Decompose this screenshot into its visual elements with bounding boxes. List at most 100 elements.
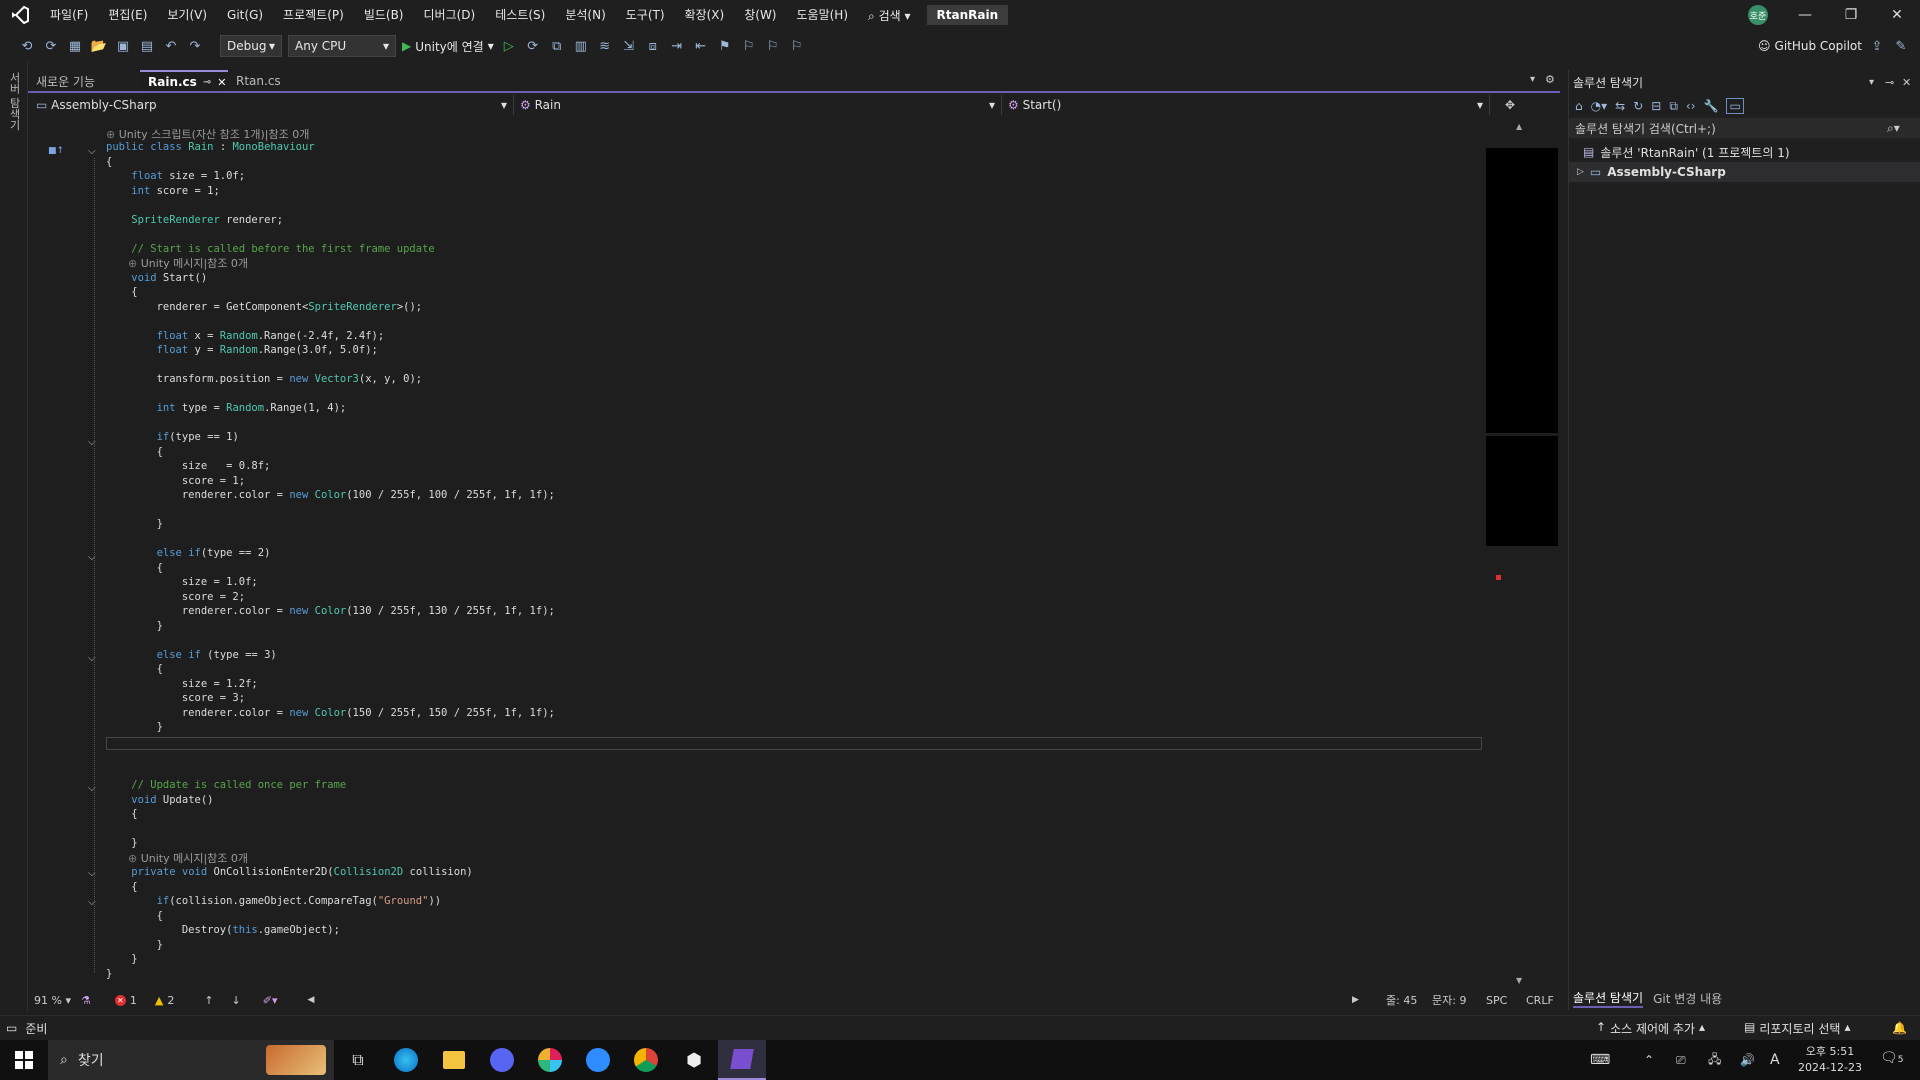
collapse-all-icon[interactable]: ⊟ [1651, 99, 1661, 113]
next-issue-icon[interactable]: ↓ [232, 994, 241, 1007]
line-ending-indicator[interactable]: CRLF [1526, 994, 1554, 1007]
minimap[interactable]: ▲ ▼ [1484, 118, 1560, 986]
menu-item[interactable]: 테스트(S) [485, 0, 555, 30]
scroll-right-icon[interactable]: ▶ [1352, 995, 1359, 1005]
tab-whats-new[interactable]: 새로운 기능 [28, 70, 140, 92]
code-line[interactable]: float size = 1.0f; [106, 169, 245, 184]
notification-bell-icon[interactable]: 🔔 [1892, 1021, 1907, 1035]
codelens-hint[interactable]: ⊕ Unity 메시지|참조 0개 [128, 852, 248, 867]
minimize-button[interactable]: — [1782, 0, 1828, 30]
undo-icon[interactable]: ↶ [162, 37, 180, 55]
line-indicator[interactable]: 줄: 45 [1386, 992, 1417, 1008]
warning-count[interactable]: ▲ 2 [155, 994, 174, 1007]
pin-pane-icon[interactable]: ⊸ [1885, 76, 1894, 89]
codelens-hint[interactable]: ⊕ Unity 메시지|참조 0개 [128, 257, 248, 272]
repository-button[interactable]: ▤ 리포지토리 선택 ▴ [1744, 1020, 1850, 1037]
code-line[interactable]: renderer = GetComponent<SpriteRenderer>(… [106, 300, 423, 315]
restore-button[interactable]: ❐ [1828, 0, 1874, 30]
edge-icon[interactable] [382, 1040, 430, 1080]
chrome-icon[interactable] [622, 1040, 670, 1080]
code-line[interactable]: void Update() [106, 793, 213, 808]
code-line[interactable]: if(collision.gameObject.CompareTag("Grou… [106, 894, 442, 909]
windows-start-icon[interactable] [0, 1040, 48, 1080]
code-line[interactable]: } [106, 967, 112, 982]
sync-icon[interactable]: ⇆ [1615, 99, 1625, 113]
bookmark-prev-icon[interactable]: ⚐ [740, 37, 758, 55]
browser-link-icon[interactable]: ⧉ [548, 37, 566, 55]
bookmark-next-icon[interactable]: ⚐ [764, 37, 782, 55]
discord-icon[interactable] [478, 1040, 526, 1080]
device-icon[interactable]: ⎚ [1676, 1053, 1686, 1068]
pin-icon[interactable]: ⊸ [203, 77, 211, 88]
error-count[interactable]: ✕ 1 [114, 994, 137, 1007]
volume-icon[interactable]: 🔊 [1740, 1053, 1755, 1067]
code-line[interactable]: private void OnCollisionEnter2D(Collisio… [106, 865, 472, 880]
code-editor[interactable]: ■↑ ⊕ Unity 스크립트(자산 참조 1개)|참조 0개 public c… [30, 118, 1484, 986]
scroll-left-icon[interactable]: ◀ [308, 995, 315, 1005]
code-line[interactable]: } [106, 938, 163, 953]
save-icon[interactable]: ▣ [114, 37, 132, 55]
layout-icon[interactable]: ▥ [572, 37, 590, 55]
code-line[interactable]: float x = Random.Range(-2.4f, 2.4f); [106, 329, 385, 344]
code-line[interactable]: { [106, 155, 112, 170]
back-icon[interactable]: ⟲ [18, 37, 36, 55]
error-marker[interactable] [1496, 575, 1501, 580]
pane-menu-icon[interactable]: ▾ [1869, 77, 1874, 88]
whitespace-indicator[interactable]: SPC [1486, 994, 1507, 1007]
code-line[interactable]: score = 3; [106, 691, 245, 706]
code-line[interactable]: { [106, 880, 137, 895]
code-line[interactable]: void Start() [106, 271, 207, 286]
search-menu[interactable]: ⌕ 검색 ▾ [858, 7, 920, 24]
input-language[interactable]: A [1770, 1052, 1780, 1068]
hot-reload-icon[interactable]: ⟳ [524, 37, 542, 55]
code-line[interactable]: if(type == 1) [106, 430, 239, 445]
run-button[interactable]: ▶ Unity에 연결 ▾ [402, 38, 494, 55]
code-line[interactable]: else if(type == 2) [106, 546, 271, 561]
task-view-icon[interactable]: ⧉ [334, 1040, 382, 1080]
code-cleanup-icon[interactable]: ⚗ [81, 994, 91, 1007]
code-line[interactable]: float y = Random.Range(3.0f, 5.0f); [106, 343, 378, 358]
github-copilot-button[interactable]: ☺ GitHub Copilot [1758, 39, 1862, 53]
menu-item[interactable]: 편집(E) [98, 0, 157, 30]
code-line[interactable]: } [106, 517, 163, 532]
split-editor-icon[interactable]: ✥ [1490, 95, 1530, 115]
code-line[interactable]: int score = 1; [106, 184, 220, 199]
platform-select[interactable]: Any CPU ▾ [288, 35, 396, 57]
menu-item[interactable]: 도구(T) [616, 0, 675, 30]
solution-search-box[interactable]: 솔루션 탐색기 검색(Ctrl+;) ⌕▾ [1569, 118, 1920, 138]
tab-overflow-icon[interactable]: ▾ [1530, 74, 1535, 85]
tab-settings-icon[interactable]: ⚙ [1545, 73, 1555, 86]
menu-item[interactable]: 확장(X) [675, 0, 735, 30]
code-line[interactable]: } [106, 952, 137, 967]
project-dropdown[interactable]: ▭ Assembly-CSharp ▾ [30, 95, 514, 115]
menu-item[interactable]: 분석(N) [555, 0, 615, 30]
outdent-icon[interactable]: ⇤ [692, 37, 710, 55]
minimap-viewport[interactable] [1486, 148, 1558, 433]
source-control-button[interactable]: ↑ 소스 제어에 추가 ▴ [1596, 1020, 1705, 1037]
code-view-icon[interactable]: ‹› [1686, 99, 1696, 113]
visual-studio-logo-icon[interactable] [0, 0, 40, 30]
history-icon[interactable]: ◔▾ [1591, 99, 1608, 113]
code-line[interactable]: } [106, 720, 163, 735]
keyboard-icon[interactable]: ⌨ [1590, 1052, 1610, 1068]
breakpoint-icon[interactable]: ⧈ [644, 37, 662, 55]
code-line[interactable]: } [106, 619, 163, 634]
refresh-icon[interactable]: ↻ [1633, 99, 1643, 113]
taskbar-search[interactable]: ⌕ 찾기 [48, 1040, 334, 1080]
slack-icon[interactable] [526, 1040, 574, 1080]
close-tab-icon[interactable]: ✕ [217, 76, 226, 89]
code-line[interactable]: renderer.color = new Color(130 / 255f, 1… [106, 604, 555, 619]
code-line[interactable]: score = 1; [106, 474, 245, 489]
code-line[interactable]: size = 1.0f; [106, 575, 258, 590]
bookmark-clear-icon[interactable]: ⚐ [788, 37, 806, 55]
code-line[interactable]: int type = Random.Range(1, 4); [106, 401, 347, 416]
menu-item[interactable]: 창(W) [734, 0, 786, 30]
code-line[interactable]: SpriteRenderer renderer; [106, 213, 283, 228]
show-all-files-icon[interactable]: ⧉ [1669, 99, 1678, 114]
scroll-up-icon[interactable]: ▲ [1516, 122, 1522, 131]
code-line[interactable]: { [106, 662, 163, 677]
code-line[interactable]: { [106, 807, 137, 822]
forward-icon[interactable]: ⟳ [42, 37, 60, 55]
code-line[interactable]: } [106, 836, 137, 851]
menu-item[interactable]: 빌드(B) [354, 0, 414, 30]
